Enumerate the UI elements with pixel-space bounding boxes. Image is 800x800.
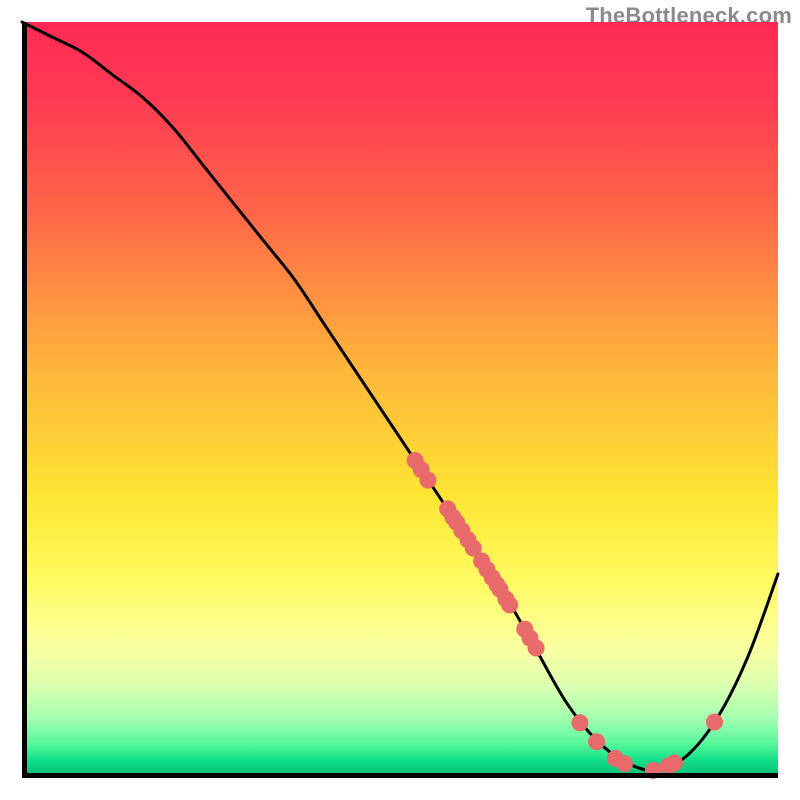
- data-markers: [407, 452, 723, 779]
- data-point: [706, 714, 723, 731]
- x-axis: [22, 773, 778, 778]
- plot-area: [22, 22, 778, 778]
- data-point: [571, 714, 588, 731]
- data-point: [588, 733, 605, 750]
- bottleneck-chart: TheBottleneck.com: [0, 0, 800, 800]
- data-point: [616, 755, 633, 772]
- y-axis: [22, 22, 27, 778]
- data-point: [528, 639, 545, 656]
- bottleneck-curve-path: [22, 22, 778, 771]
- data-point: [419, 472, 436, 489]
- curve-layer: [22, 22, 778, 778]
- data-point: [501, 596, 518, 613]
- data-point: [666, 754, 683, 771]
